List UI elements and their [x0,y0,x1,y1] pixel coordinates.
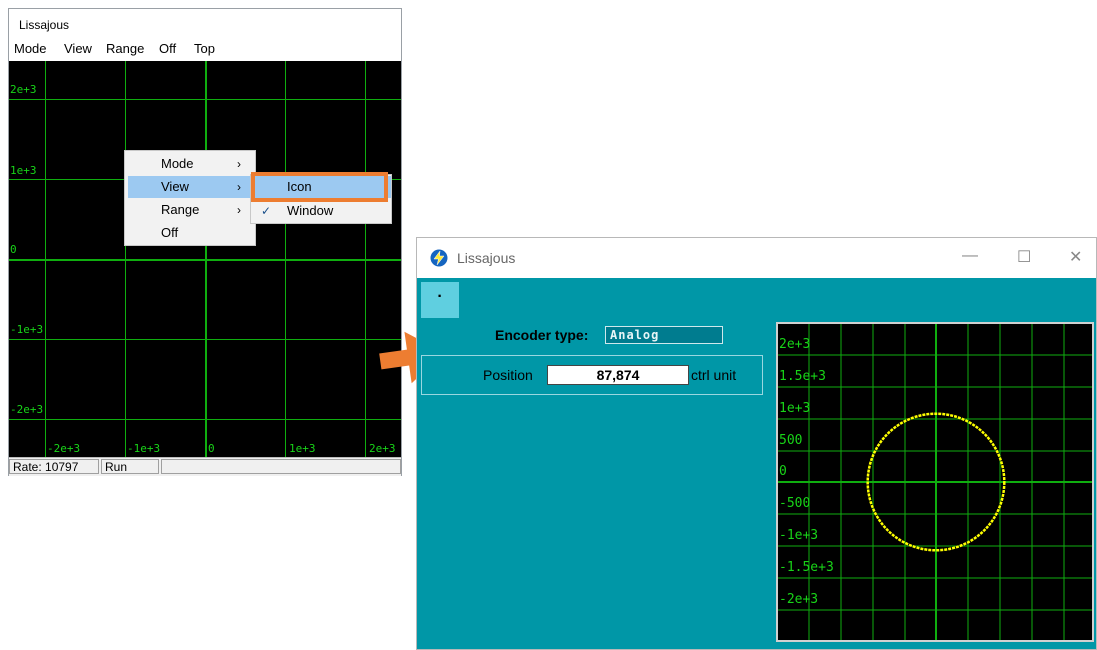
window-title: Lissajous [457,250,516,266]
menu-item-label: View [161,179,189,194]
status-empty-panel [161,459,401,474]
y-tick-label: 2e+3 [10,83,37,96]
status-bar: Rate: 10797 Run [9,457,401,476]
encoder-type-label: Encoder type: [495,327,589,343]
run-status: Run [101,459,159,474]
menu-range[interactable]: Range [106,41,144,56]
x-tick-label: -2e+3 [47,442,81,455]
maximize-icon[interactable]: ☐ [1017,247,1031,267]
dot-button[interactable]: · [421,282,459,318]
grid-line [9,99,401,100]
menu-item-label: Range [161,202,200,217]
submenu-item-window[interactable]: ✓ Window [251,200,391,222]
menu-off[interactable]: Off [159,41,176,56]
right-lissajous-plot[interactable]: 2e+3 1.5e+3 1e+3 500 0 -500 -1e+3 -1.5e+… [776,322,1094,642]
close-icon[interactable]: ✕ [1069,247,1082,267]
menu-item-label: Window [287,203,334,218]
menu-item-label: Mode [161,156,194,171]
axis-line [9,259,401,261]
y-tick-label: 500 [779,433,803,448]
title-bar: Lissajous — ☐ ✕ [417,238,1096,278]
context-menu-view[interactable]: View › [128,176,252,198]
window-title: Lissajous [19,18,70,32]
minimize-icon[interactable]: — [962,247,978,265]
y-tick-label: -2e+3 [779,592,819,607]
encoder-type-value: Analog [605,326,723,344]
y-tick-label: -2e+3 [10,403,44,416]
y-tick-label: -1e+3 [10,323,44,336]
y-tick-label: 1e+3 [779,401,811,416]
x-tick-label: -1e+3 [127,442,161,455]
y-tick-label: 2e+3 [779,337,811,352]
context-menu-off[interactable]: Off [125,222,255,244]
rate-status: Rate: 10797 [9,459,99,474]
context-menu-range[interactable]: Range › [125,199,255,221]
menu-view[interactable]: View [64,41,92,56]
y-tick-label: 0 [779,464,787,479]
right-lissajous-window: Lissajous — ☐ ✕ · Encoder type: Analog P… [416,237,1097,650]
menu-item-label: Off [161,225,179,240]
y-tick-label: -1e+3 [779,528,819,543]
position-label: Position [483,367,533,383]
y-tick-label: -1.5e+3 [779,560,834,575]
submenu-arrow-icon: › [237,180,241,194]
menu-top[interactable]: Top [194,41,215,56]
menubar: Mode View Range Off Top [9,39,401,61]
y-tick-label: 0 [10,243,17,256]
context-menu-mode[interactable]: Mode › [125,153,255,175]
highlight-box [251,172,388,202]
position-value-field: 87,874 [547,365,689,385]
submenu-arrow-icon: › [237,203,241,217]
checkmark-icon: ✓ [261,204,272,218]
y-tick-label: 1.5e+3 [779,369,826,384]
left-lissajous-plot[interactable]: 2e+3 1e+3 0 -1e+3 -2e+3 -2e+3 -1e+3 0 1e… [9,61,401,457]
y-tick-label: -500 [779,496,811,511]
submenu-arrow-icon: › [237,157,241,171]
grid-line [9,419,401,420]
x-tick-label: 2e+3 [369,442,396,455]
x-tick-label: 1e+3 [289,442,316,455]
lightning-app-icon [430,249,448,267]
x-tick-label: 0 [208,442,215,455]
y-tick-label: 1e+3 [10,164,37,177]
context-menu: Mode › View › Range › Off [124,150,256,246]
grid-line [9,339,401,340]
position-unit-label: ctrl unit [691,367,737,383]
menu-mode[interactable]: Mode [14,41,47,56]
